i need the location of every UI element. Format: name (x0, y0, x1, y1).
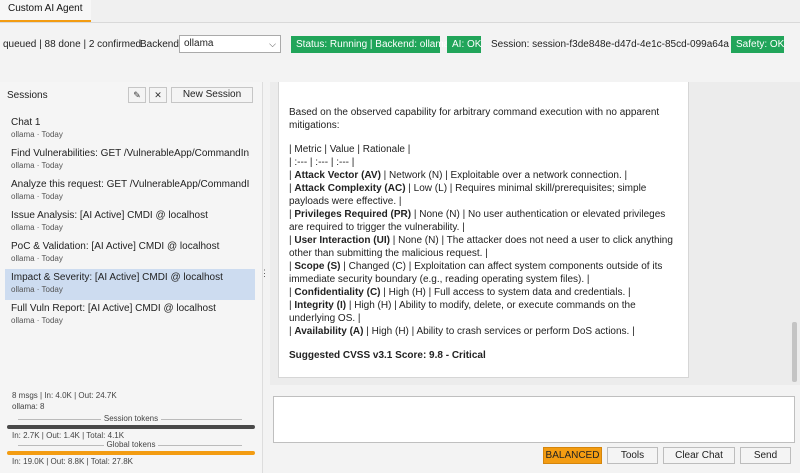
session-item-title: Issue Analysis: [AI Active] CMDI @ local… (11, 210, 208, 221)
metric-name: Scope (S) (294, 261, 341, 272)
metric-row: | Confidentiality (C) | High (H) | Full … (289, 287, 631, 298)
chat-area: Based on the observed capability for arb… (270, 82, 800, 385)
backend-label: Backend (140, 39, 179, 50)
message-intro: Based on the observed capability for arb… (289, 107, 660, 131)
close-icon: ✕ (154, 90, 162, 100)
pencil-icon: ✎ (133, 90, 141, 100)
session-item[interactable]: Chat 1 ollama · Today (5, 114, 255, 145)
session-item-meta: ollama · Today (11, 285, 63, 294)
session-item[interactable]: Impact & Severity: [AI Active] CMDI @ lo… (5, 269, 255, 300)
send-button[interactable]: Send (740, 447, 791, 464)
new-session-button[interactable]: New Session (171, 87, 253, 103)
metric-detail: | High (H) | Full access to system data … (380, 287, 631, 298)
sessions-title: Sessions (7, 90, 48, 101)
metric-detail: | Network (N) | Exploitable over a netwo… (380, 170, 628, 181)
session-tokens-bar (7, 425, 255, 429)
session-item[interactable]: Issue Analysis: [AI Active] CMDI @ local… (5, 207, 255, 238)
session-item-meta: ollama · Today (11, 130, 63, 139)
session-tokens-value: In: 2.7K | Out: 1.4K | Total: 4.1K (12, 431, 125, 440)
metric-detail: | High (H) | Ability to crash services o… (363, 326, 635, 337)
metric-row: | Integrity (I) | High (H) | Ability to … (289, 300, 636, 324)
ai-status-badge: AI: OK (447, 36, 481, 53)
table-header-row: | Metric | Value | Rationale | (289, 144, 411, 155)
metric-name: Attack Complexity (AC) (294, 183, 406, 194)
pane-splitter-handle[interactable]: ⋮ (260, 269, 269, 278)
delete-session-button[interactable]: ✕ (149, 87, 167, 103)
balanced-mode-button[interactable]: BALANCED (543, 447, 602, 464)
metric-row: | Privileges Required (PR) | None (N) | … (289, 209, 666, 233)
session-item-title: Impact & Severity: [AI Active] CMDI @ lo… (11, 272, 223, 283)
message-input[interactable] (273, 396, 795, 443)
global-tokens-bar (7, 451, 255, 455)
session-item-meta: ollama · Today (11, 192, 63, 201)
toolbar: queued | 88 done | 2 confirmed Backend o… (0, 34, 800, 56)
metric-row: | Availability (A) | High (H) | Ability … (289, 326, 635, 337)
session-item[interactable]: Full Vuln Report: [AI Active] CMDI @ loc… (5, 300, 255, 331)
sessions-sidebar: Sessions ✎ ✕ New Session Chat 1 ollama · … (0, 82, 263, 473)
rename-session-button[interactable]: ✎ (128, 87, 146, 103)
table-separator-row: | :--- | :--- | :--- | (289, 157, 355, 168)
cvss-score: Suggested CVSS v3.1 Score: 9.8 - Critica… (289, 350, 486, 361)
session-item[interactable]: PoC & Validation: [AI Active] CMDI @ loc… (5, 238, 255, 269)
clear-chat-button[interactable]: Clear Chat (663, 447, 735, 464)
status-badge: Status: Running | Backend: ollama (291, 36, 449, 53)
session-item-meta: ollama · Today (11, 161, 63, 170)
metric-row: | Attack Complexity (AC) | Low (L) | Req… (289, 183, 647, 207)
session-item-title: Chat 1 (11, 117, 41, 128)
backend-select-value: ollama (184, 38, 214, 49)
global-tokens-label: Global tokens (7, 440, 255, 449)
session-item-meta: ollama · Today (11, 316, 63, 325)
metric-name: Privileges Required (PR) (294, 209, 412, 220)
session-id-label: Session: session-f3de848e-d47d-4e1c-85cd… (491, 39, 729, 50)
metric-name: Confidentiality (C) (294, 287, 381, 298)
session-item-title: Analyze this request: GET /VulnerableApp… (11, 179, 249, 190)
metric-row: | User Interaction (UI) | None (N) | The… (289, 235, 673, 259)
assistant-message: Based on the observed capability for arb… (278, 82, 689, 378)
message-stats: 8 msgs | In: 4.0K | Out: 24.7K (12, 391, 117, 400)
session-item-meta: ollama · Today (11, 254, 63, 263)
session-item-meta: ollama · Today (11, 223, 63, 232)
queue-status: queued | 88 done | 2 confirmed (3, 39, 142, 50)
safety-badge: Safety: OK (731, 36, 784, 53)
session-item-title: PoC & Validation: [AI Active] CMDI @ loc… (11, 241, 220, 252)
metric-rows: | Attack Vector (AV) | Network (N) | Exp… (289, 169, 678, 338)
session-item-title: Find Vulnerabilities: GET /VulnerableApp… (11, 148, 249, 159)
tools-button[interactable]: Tools (607, 447, 658, 464)
backend-stats: ollama: 8 (12, 402, 45, 411)
session-item[interactable]: Analyze this request: GET /VulnerableApp… (5, 176, 255, 207)
tab-bar: Custom AI Agent (0, 0, 800, 23)
session-tokens-label: Session tokens (7, 414, 255, 423)
tab-custom-ai-agent[interactable]: Custom AI Agent (0, 0, 91, 22)
metric-name: User Interaction (UI) (294, 235, 390, 246)
chat-scrollbar[interactable] (792, 322, 797, 382)
chevron-down-icon: ⌵ (269, 39, 276, 49)
global-tokens-value: In: 19.0K | Out: 8.8K | Total: 27.8K (12, 457, 133, 466)
session-item-title: Full Vuln Report: [AI Active] CMDI @ loc… (11, 303, 216, 314)
metric-name: Attack Vector (AV) (294, 170, 381, 181)
session-item[interactable]: Find Vulnerabilities: GET /VulnerableApp… (5, 145, 255, 176)
backend-select[interactable]: ollama ⌵ (179, 35, 281, 53)
metric-detail: | Changed (C) | Exploitation can affect … (289, 261, 663, 285)
metric-name: Availability (A) (294, 326, 364, 337)
metric-row: | Attack Vector (AV) | Network (N) | Exp… (289, 170, 628, 181)
metric-row: | Scope (S) | Changed (C) | Exploitation… (289, 261, 663, 285)
metric-name: Integrity (I) (294, 300, 347, 311)
